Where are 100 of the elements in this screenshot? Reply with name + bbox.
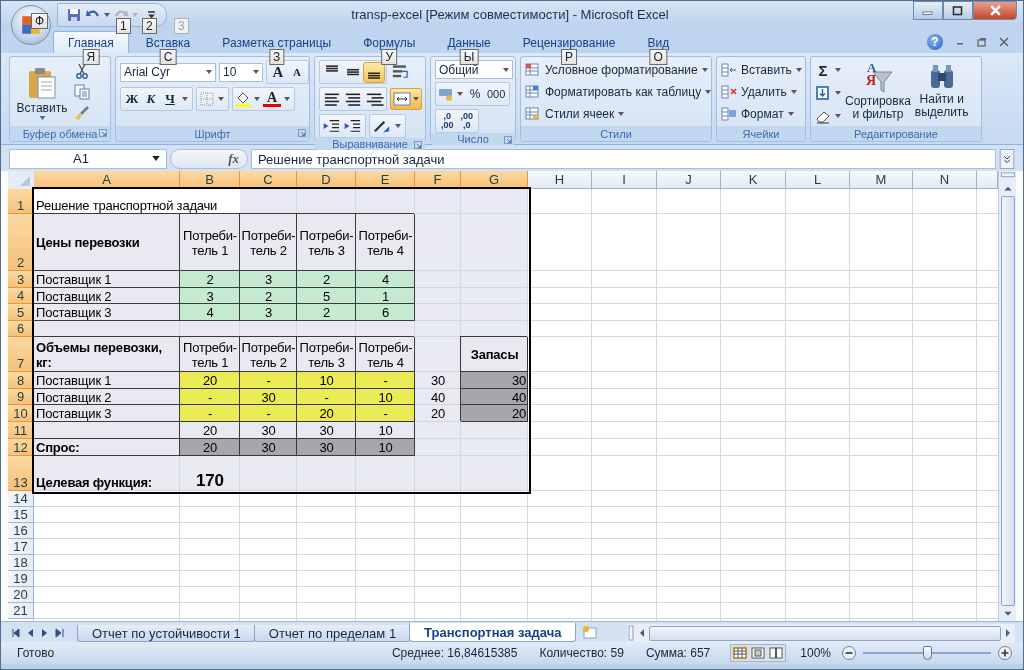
row-header[interactable]: 21 [8, 603, 34, 619]
column-header[interactable]: I [592, 171, 657, 189]
underline-button[interactable]: Ч [161, 89, 179, 109]
caret-icon[interactable] [254, 97, 260, 101]
row-header[interactable]: 3 [8, 271, 34, 288]
caret-icon[interactable] [395, 124, 401, 128]
vertical-align-icon[interactable] [364, 62, 384, 82]
scroll-thumb[interactable] [649, 625, 1001, 641]
zoom-in-icon[interactable] [997, 645, 1013, 661]
caret-icon[interactable] [218, 97, 224, 101]
insert-function-button[interactable]: fx [228, 150, 239, 167]
italic-button[interactable]: К [142, 89, 160, 109]
font-name-field[interactable]: Arial Cyr [120, 62, 216, 82]
cells-menu-button[interactable]: Формат [721, 104, 794, 124]
slider-thumb[interactable] [923, 646, 932, 660]
styles-menu-button[interactable]: Стили ячеек [525, 104, 625, 124]
brush-icon[interactable] [74, 105, 90, 121]
shrink-font-button[interactable]: A [288, 62, 306, 82]
row-header[interactable]: 10 [8, 405, 34, 422]
paste-button[interactable]: Вставить [14, 60, 70, 120]
row-header[interactable]: 2 [8, 214, 34, 271]
find-select-button[interactable]: Найти и выделить [914, 60, 969, 119]
caret-icon[interactable] [284, 97, 290, 101]
increase-decimal-button[interactable]: ,0 ,00 [438, 111, 457, 131]
sheet-tab[interactable]: Транспортная задача [409, 623, 577, 642]
close-icon[interactable] [999, 37, 1009, 47]
row-header[interactable]: 20 [8, 587, 34, 603]
number-format-field[interactable]: Общий [435, 60, 513, 79]
ribbon-tab[interactable]: Главная [53, 31, 129, 53]
dialog-launcher-icon[interactable] [504, 136, 512, 144]
dialog-launcher-icon[interactable] [414, 141, 422, 149]
row-header[interactable]: 13 [8, 456, 34, 491]
scissors-icon[interactable] [74, 63, 90, 79]
cells-menu-button[interactable]: Вставить [721, 60, 802, 80]
row-header[interactable]: 7 [8, 337, 34, 372]
column-header[interactable]: M [850, 171, 913, 189]
zoom-out-icon[interactable] [841, 645, 857, 661]
row-header[interactable]: 15 [8, 507, 34, 523]
scroll-thumb[interactable] [1000, 195, 1015, 606]
autosum-button[interactable]: Σ [815, 60, 841, 80]
table-cell: 20 [461, 405, 528, 422]
table-cell: Потреби- тель 4 [356, 337, 415, 372]
column-header[interactable]: H [528, 171, 592, 189]
sort-filter-button[interactable]: A Я Сортировка и фильтр [845, 60, 911, 121]
dialog-launcher-icon[interactable] [298, 129, 306, 137]
maximize-button[interactable] [943, 1, 973, 20]
styles-menu-button[interactable]: Форматировать как таблицу [525, 82, 712, 102]
fill-bucket-icon[interactable] [235, 91, 251, 107]
row-header[interactable]: 8 [8, 372, 34, 389]
expand-icon[interactable] [999, 148, 1015, 169]
grow-font-button[interactable]: A [269, 62, 287, 82]
bold-button[interactable]: Ж [123, 89, 141, 109]
column-header[interactable]: J [657, 171, 721, 189]
table-cell: 3 [180, 288, 240, 304]
split-handle-icon[interactable] [627, 625, 635, 641]
sheet-tab[interactable]: Отчет по пределам 1 [253, 625, 412, 642]
row-header[interactable]: 5 [8, 304, 34, 321]
row-header[interactable]: 16 [8, 523, 34, 539]
row-header[interactable]: 18 [8, 555, 34, 571]
caret-icon[interactable] [104, 12, 110, 17]
thousands-button[interactable]: 000 [485, 84, 508, 104]
row-header[interactable]: 12 [8, 439, 34, 456]
zoom-level[interactable]: 100% [800, 646, 831, 660]
save-icon[interactable] [66, 6, 82, 23]
percent-button[interactable]: % [466, 84, 484, 104]
name-box[interactable]: A1 [9, 148, 167, 169]
table-cell: 10 [356, 389, 415, 405]
row-header[interactable]: 11 [8, 422, 34, 439]
table-cell: 30 [297, 422, 356, 439]
page-layout-icon[interactable] [750, 646, 767, 660]
decrease-decimal-button[interactable]: ,00 ,0 [457, 111, 477, 131]
font-size-field[interactable]: 10 [219, 62, 263, 82]
dialog-launcher-icon[interactable] [99, 129, 107, 137]
caret-icon[interactable] [182, 97, 188, 101]
normal-view-icon[interactable] [732, 646, 749, 660]
cells-menu-button[interactable]: Удалить [721, 82, 797, 102]
group-title: Редактирование [854, 127, 938, 140]
caret-icon[interactable] [457, 92, 463, 96]
row-header[interactable]: 4 [8, 288, 34, 304]
row-header[interactable]: 6 [8, 321, 34, 337]
column-header[interactable]: K [721, 171, 786, 189]
row-header[interactable]: 17 [8, 539, 34, 555]
customize-icon[interactable] [147, 10, 156, 19]
font-color-button[interactable]: A [263, 91, 281, 107]
copy-icon[interactable] [74, 84, 90, 100]
row-header[interactable]: 9 [8, 389, 34, 405]
group-title: Ячейки [742, 127, 780, 140]
formula-bar-handle[interactable]: fx [170, 148, 248, 169]
row-header[interactable]: 19 [8, 571, 34, 587]
page-break-icon[interactable] [768, 646, 785, 660]
row-header[interactable]: 1 [8, 189, 34, 214]
restore-icon[interactable] [977, 37, 987, 47]
sheet-tab[interactable]: Отчет по устойчивости 1 [77, 625, 256, 642]
column-header[interactable]: N [913, 171, 977, 189]
close-button[interactable] [973, 1, 1017, 20]
fill-button[interactable] [815, 83, 841, 103]
column-header[interactable]: L [786, 171, 850, 189]
merge-center-button[interactable] [390, 88, 422, 110]
formula-field[interactable]: Решение транспортной задачи [251, 148, 996, 169]
row-header[interactable]: 14 [8, 491, 34, 507]
